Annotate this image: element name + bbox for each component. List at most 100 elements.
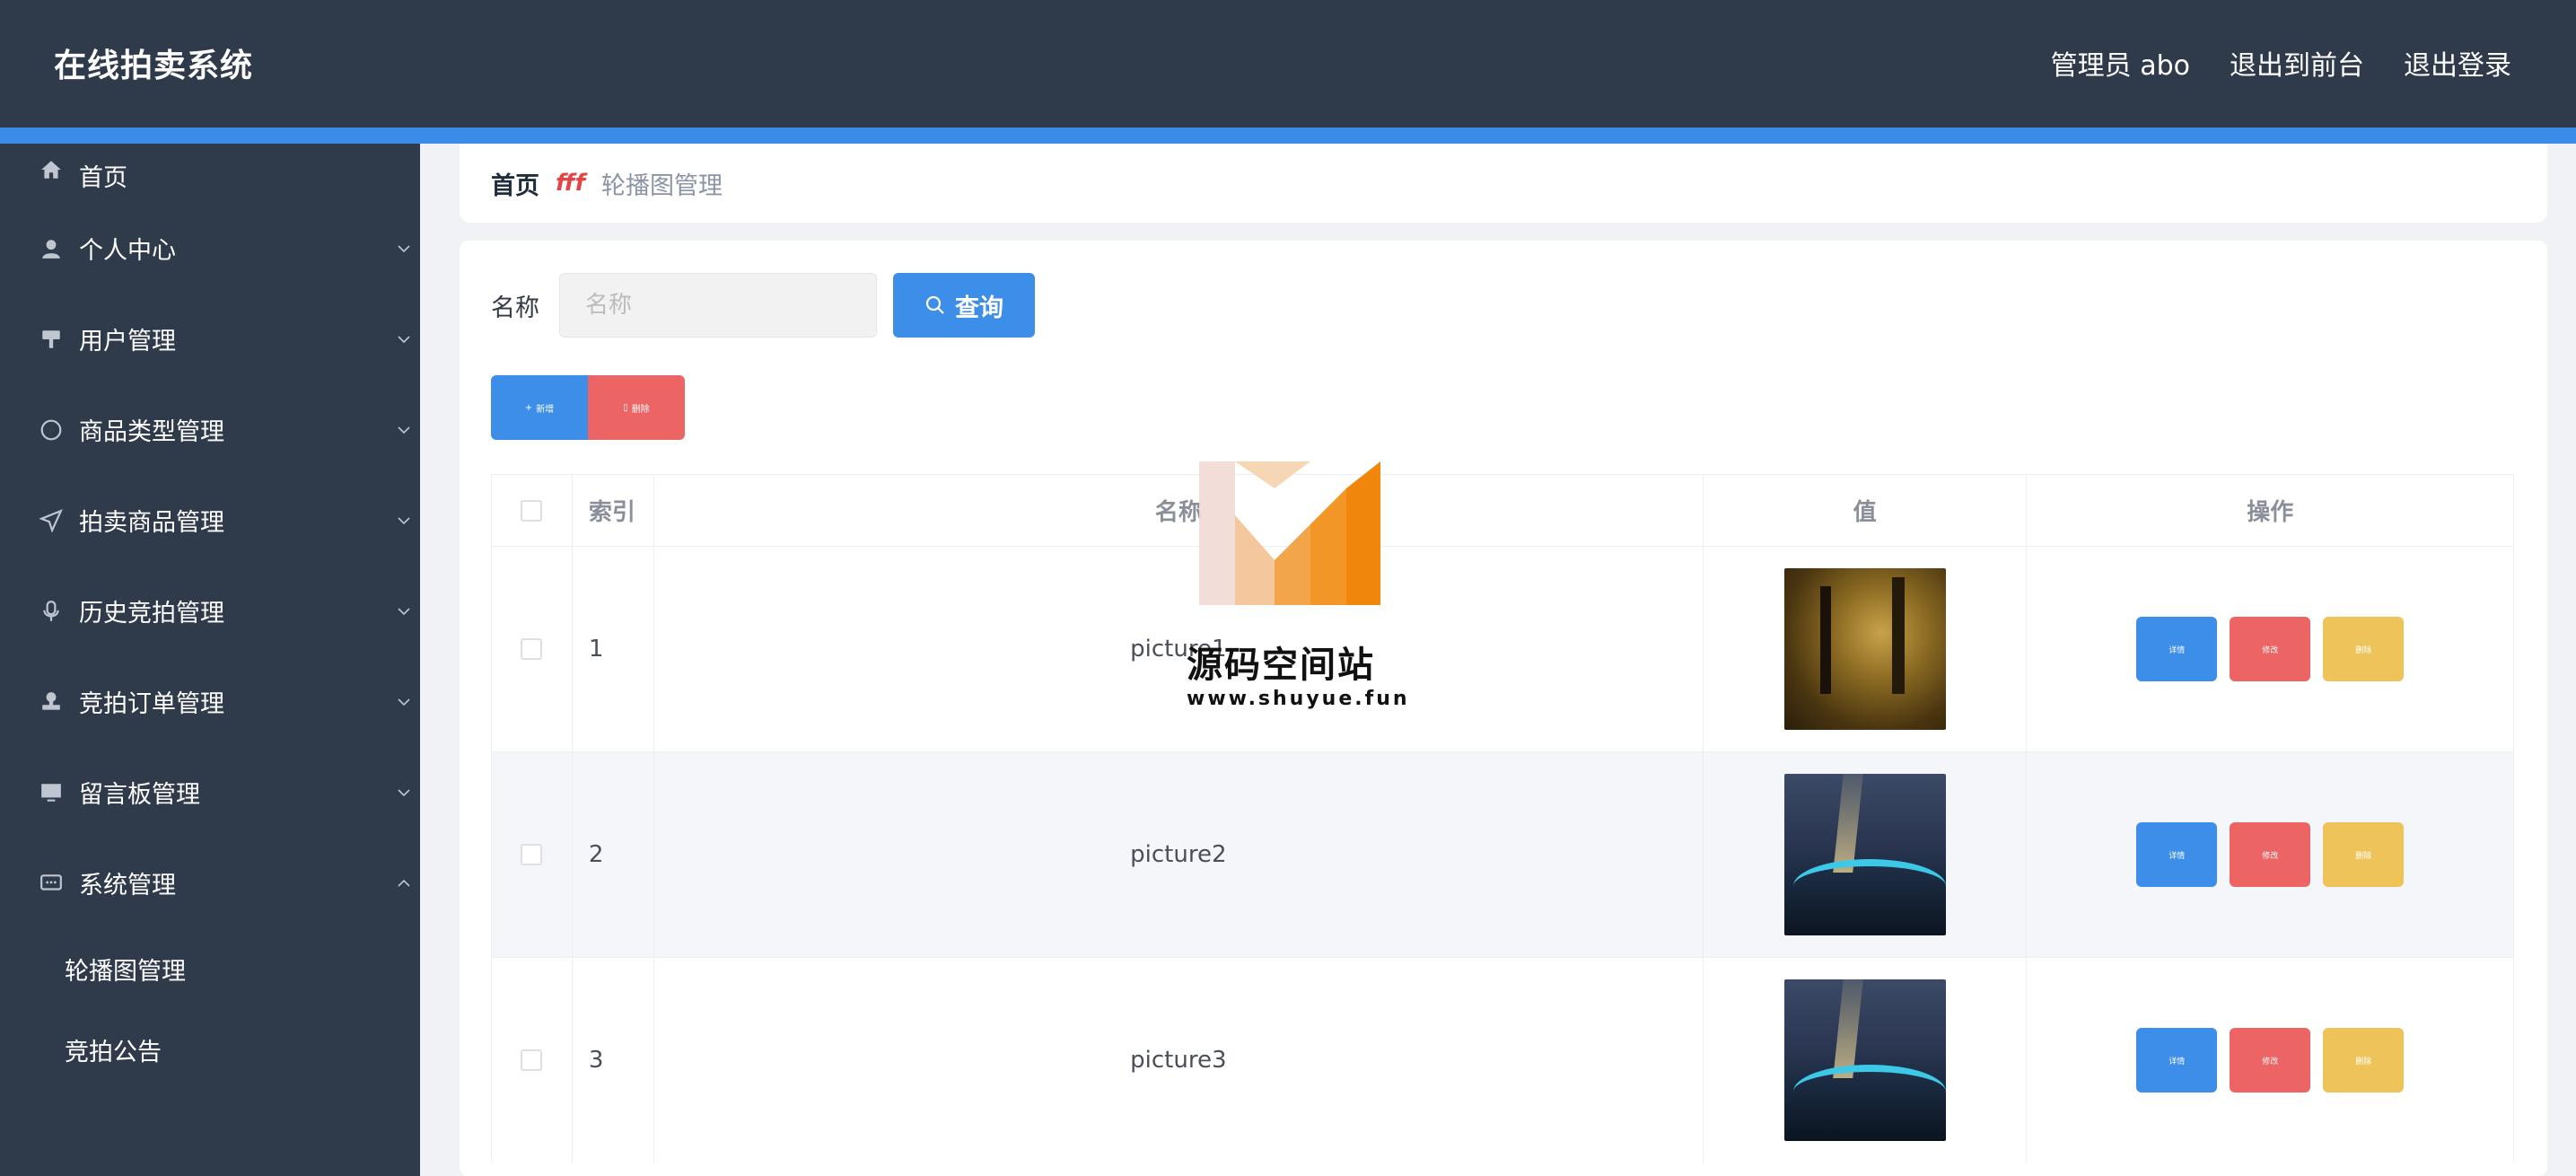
top-header: 在线拍卖系统 管理员 abo 退出到前台 退出登录 [0, 0, 2576, 127]
brush-icon [39, 328, 63, 351]
sidebar-item-product-type-management[interactable]: 商品类型管理 [0, 384, 420, 475]
compass-icon [39, 418, 63, 442]
row-checkbox-cell [492, 752, 573, 957]
carousel-table: 索引 名称 值 操作 1 picture1 详情 修改 删除 2 picture… [491, 474, 2514, 1163]
delete-button-label: 删除 [631, 404, 650, 415]
table-row: 1 picture1 详情 修改 删除 [492, 546, 2513, 751]
edit-button[interactable]: 修改 [2230, 1028, 2311, 1093]
sidebar-item-personal-center[interactable]: 个人中心 [0, 203, 420, 294]
search-input[interactable] [559, 273, 877, 338]
stamp-icon [39, 690, 63, 714]
sidebar-item-label: 个人中心 [79, 237, 176, 265]
home-icon [39, 158, 63, 181]
delete-button-label: 删除 [2355, 1057, 2372, 1066]
row-checkbox[interactable] [521, 844, 543, 865]
chevron-down-icon [398, 516, 410, 524]
thumbnail-detail [1792, 1065, 1946, 1119]
row-checkbox[interactable] [521, 638, 543, 660]
edit-button[interactable]: 修改 [2230, 617, 2311, 681]
add-button[interactable]: + 新增 [491, 375, 588, 440]
sidebar-subitem-label: 竞拍公告 [65, 1038, 162, 1066]
carousel-thumbnail[interactable] [1783, 979, 1946, 1141]
detail-button[interactable]: 详情 [2136, 822, 2218, 887]
thumbnail-detail [1832, 979, 1863, 1078]
search-form: 名称 查询 [491, 273, 1035, 338]
thumbnail-detail [1792, 859, 1946, 913]
sidebar-item-bid-order-management[interactable]: 竞拍订单管理 [0, 656, 420, 747]
sidebar: 首页 个人中心 用户管理 商品类型管理 拍卖商品管理 历史竞拍管理 竞拍订单管理… [0, 144, 420, 1176]
send-icon [39, 508, 63, 532]
header-accent-bar [0, 127, 2576, 144]
delete-button-label: 删除 [2355, 645, 2372, 655]
table-actions: + 新增 ▯ 删除 [491, 375, 685, 440]
edit-button-label: 修改 [2262, 645, 2279, 655]
sidebar-subitem-bid-announcement[interactable]: 竞拍公告 [0, 1009, 420, 1090]
watermark-text: 源码空间站 [1187, 645, 1375, 686]
breadcrumb: 首页 fff 轮播图管理 [460, 144, 2547, 223]
row-value-cell [1704, 958, 2028, 1163]
sidebar-item-label: 留言板管理 [79, 781, 200, 809]
chevron-down-icon [398, 335, 410, 343]
breadcrumb-separator: fff [556, 170, 585, 197]
delete-button[interactable]: 删除 [2323, 822, 2405, 887]
row-index: 1 [573, 547, 654, 751]
row-checkbox[interactable] [521, 1049, 543, 1071]
sidebar-item-user-management[interactable]: 用户管理 [0, 294, 420, 384]
exit-to-front-link[interactable]: 退出到前台 [2230, 43, 2364, 83]
breadcrumb-current: 轮播图管理 [600, 171, 723, 200]
sidebar-item-message-board-management[interactable]: 留言板管理 [0, 747, 420, 838]
thumbnail-detail [1832, 774, 1863, 873]
row-name: picture1 [654, 547, 1704, 751]
delete-button[interactable]: 删除 [2323, 1028, 2405, 1093]
sidebar-subitem-carousel-management[interactable]: 轮播图管理 [0, 928, 420, 1009]
chevron-down-icon [398, 244, 410, 252]
column-header-value: 值 [1704, 475, 2028, 546]
batch-delete-button[interactable]: ▯ 删除 [588, 375, 685, 440]
sidebar-item-label: 拍卖商品管理 [79, 509, 224, 537]
table-row: 3 picture3 详情 修改 删除 [492, 957, 2513, 1163]
user-icon [39, 237, 63, 260]
logout-link[interactable]: 退出登录 [2404, 43, 2511, 83]
row-index: 3 [573, 958, 654, 1163]
current-user-label[interactable]: 管理员 abo [2051, 43, 2190, 83]
row-name: picture3 [654, 958, 1704, 1163]
carousel-thumbnail[interactable] [1783, 774, 1946, 935]
detail-button-label: 详情 [2169, 645, 2186, 655]
carousel-thumbnail[interactable] [1783, 568, 1946, 730]
sidebar-item-bid-history-management[interactable]: 历史竞拍管理 [0, 566, 420, 656]
sidebar-subitem-label: 轮播图管理 [65, 957, 186, 986]
header-actions: 管理员 abo 退出到前台 退出登录 [2051, 43, 2511, 83]
sidebar-item-system-management[interactable]: 系统管理 [0, 838, 420, 928]
thumbnail-detail [1891, 577, 1905, 694]
detail-button-label: 详情 [2169, 851, 2186, 861]
chevron-up-icon [398, 879, 410, 887]
row-value-cell [1704, 547, 2028, 751]
sidebar-item-auction-product-management[interactable]: 拍卖商品管理 [0, 475, 420, 566]
row-index: 2 [573, 752, 654, 957]
chevron-down-icon [398, 607, 410, 615]
row-actions: 详情 修改 删除 [2027, 547, 2513, 751]
detail-button[interactable]: 详情 [2136, 617, 2218, 681]
microphone-icon [39, 600, 63, 623]
search-icon [925, 295, 944, 314]
header-checkbox-cell [492, 475, 573, 546]
row-actions: 详情 修改 删除 [2027, 958, 2513, 1163]
delete-button[interactable]: 删除 [2323, 617, 2405, 681]
table-row: 2 picture2 详情 修改 删除 [492, 751, 2513, 957]
select-all-checkbox[interactable] [521, 499, 543, 522]
app-title: 在线拍卖系统 [54, 48, 254, 84]
edit-button-label: 修改 [2262, 851, 2279, 861]
detail-button-label: 详情 [2169, 1057, 2186, 1066]
column-header-index: 索引 [573, 475, 654, 546]
chevron-down-icon [398, 426, 410, 434]
row-checkbox-cell [492, 547, 573, 751]
query-button[interactable]: 查询 [893, 273, 1035, 338]
detail-button[interactable]: 详情 [2136, 1028, 2218, 1093]
monitor-icon [39, 781, 63, 804]
sidebar-item-home[interactable]: 首页 [0, 144, 420, 203]
main-content: 名称 查询 + 新增 ▯ 删除 索引 名称 值 操作 1 picture1 [460, 241, 2547, 1176]
breadcrumb-home[interactable]: 首页 [491, 166, 539, 201]
delete-button-label: 删除 [2355, 851, 2372, 861]
trash-icon: ▯ [623, 402, 628, 413]
edit-button[interactable]: 修改 [2230, 822, 2311, 887]
